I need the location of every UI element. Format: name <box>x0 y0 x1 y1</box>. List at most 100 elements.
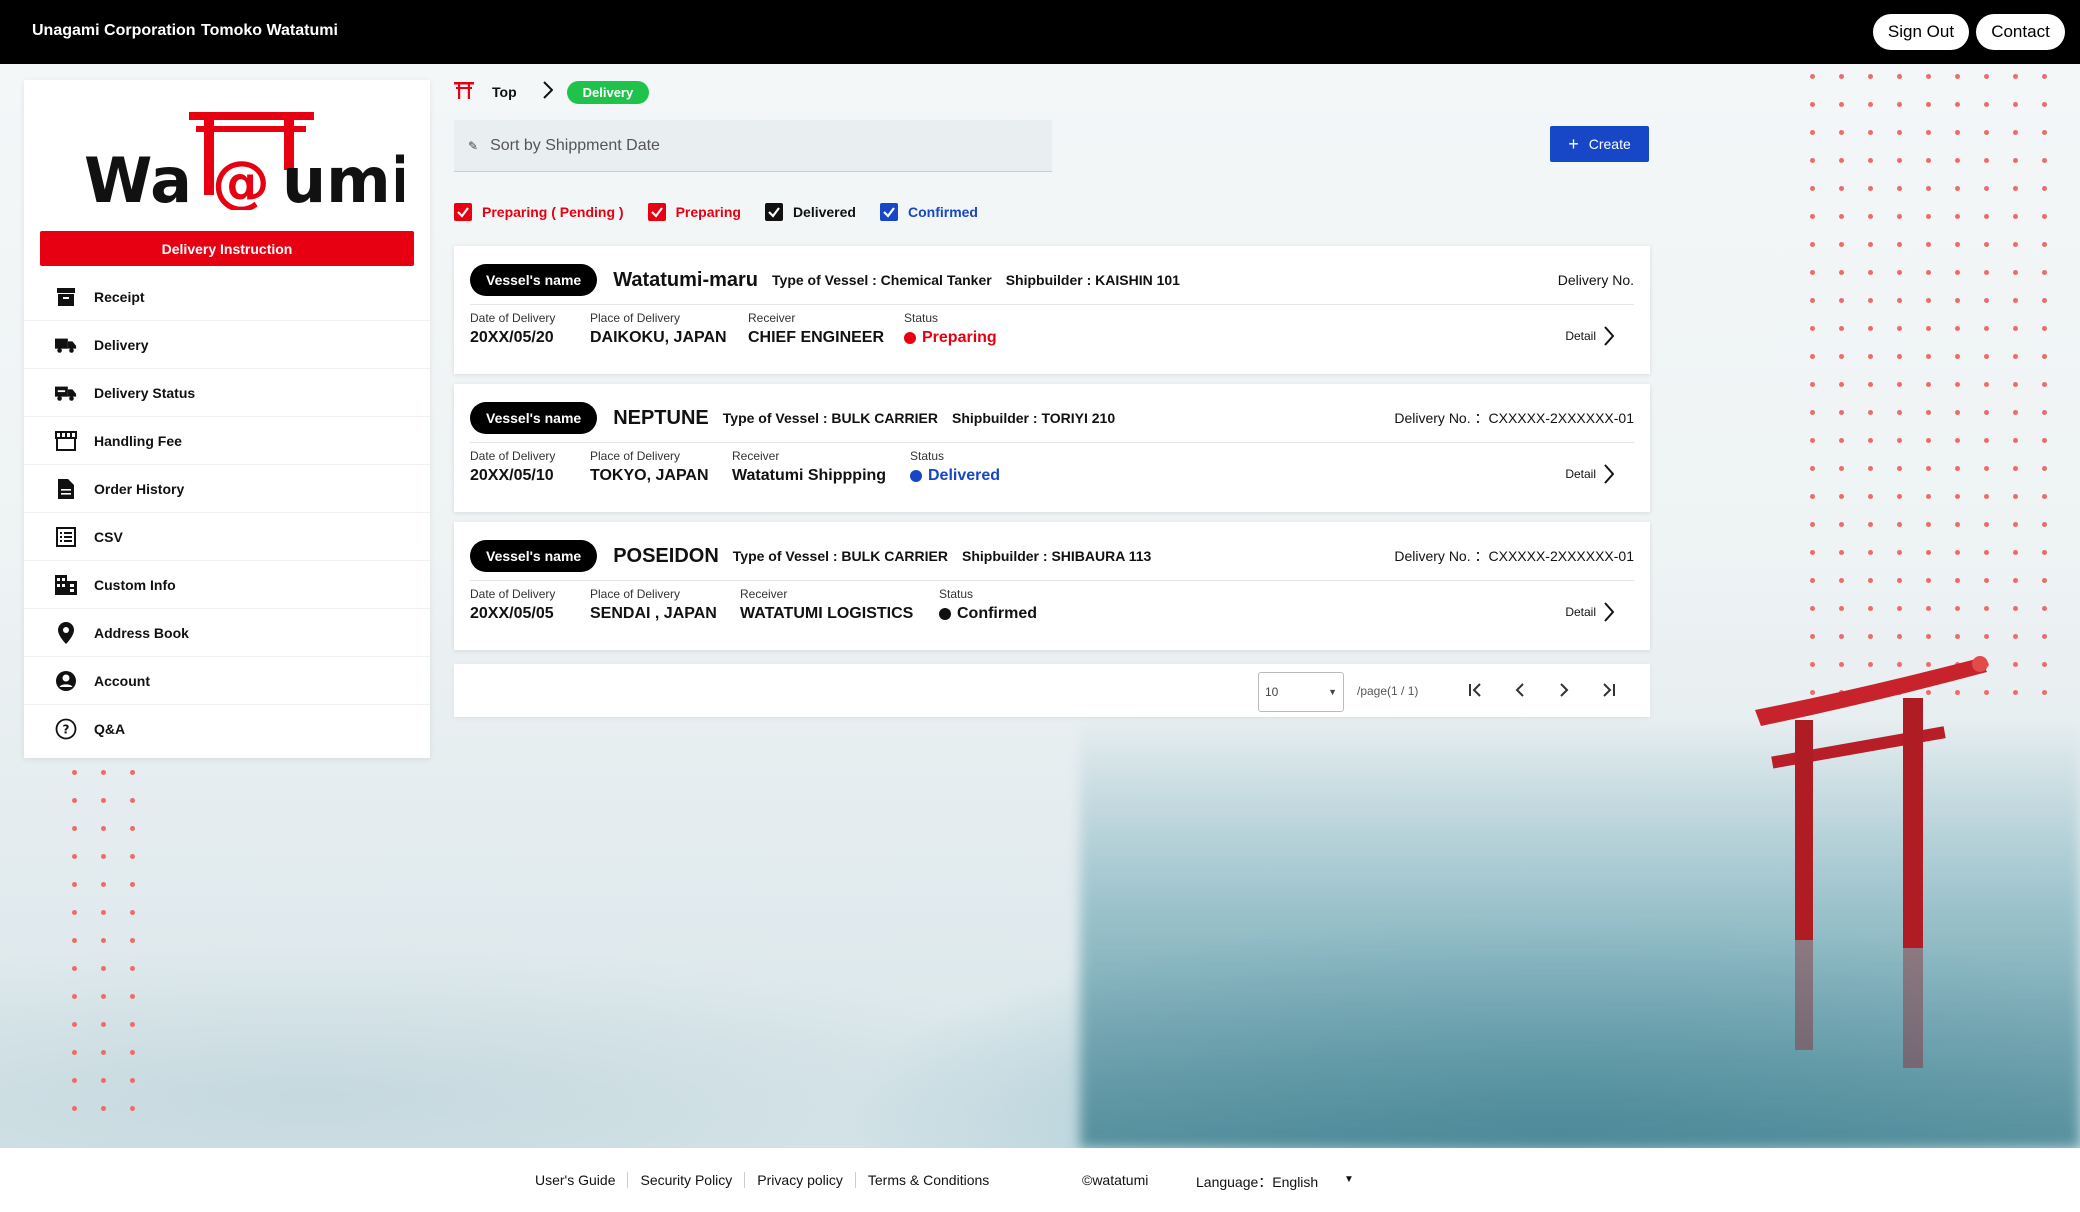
detail-link[interactable]: Detail <box>1565 602 1614 622</box>
caret-down-icon[interactable]: ▼ <box>1344 1174 1354 1185</box>
decorative-dot <box>2013 382 2018 387</box>
decorative-dot <box>2042 634 2047 639</box>
per-page-select[interactable]: 10 ▼ <box>1258 672 1344 712</box>
torii-icon[interactable] <box>454 81 474 104</box>
decorative-dot <box>1810 494 1815 499</box>
last-page-button[interactable] <box>1598 680 1618 700</box>
sidebar-item-account[interactable]: Account <box>24 657 430 705</box>
decorative-dot <box>1810 326 1815 331</box>
svg-text:Wa: Wa <box>84 144 192 210</box>
field-key: Place of Delivery <box>590 449 681 463</box>
decorative-dot <box>2042 382 2047 387</box>
decorative-dot <box>2013 522 2018 527</box>
decorative-dot <box>101 854 106 859</box>
delivery-instruction-button[interactable]: Delivery Instruction <box>40 231 414 266</box>
decorative-dot <box>130 770 135 775</box>
checkbox-checked-icon[interactable] <box>454 203 472 221</box>
date-of-delivery: Date of Delivery 20XX/05/05 <box>470 587 555 623</box>
status-badge: Preparing <box>922 329 997 346</box>
sidebar-item-receipt[interactable]: Receipt <box>24 273 430 321</box>
user-circle-icon <box>55 670 77 692</box>
sidebar-item-csv[interactable]: CSV <box>24 513 430 561</box>
decorative-dot <box>130 1078 135 1083</box>
filter-delivered[interactable]: Delivered <box>764 203 856 221</box>
decorative-dot <box>1868 466 1873 471</box>
create-button[interactable]: + Create <box>1550 126 1649 162</box>
filter-preparing-pending[interactable]: Preparing ( Pending ) <box>454 203 624 221</box>
first-page-button[interactable] <box>1466 680 1486 700</box>
field-key: Date of Delivery <box>470 587 556 601</box>
sidebar-item-label: Handling Fee <box>94 432 182 449</box>
decorative-dot <box>1897 410 1902 415</box>
sidebar-item-order-history[interactable]: Order History <box>24 465 430 513</box>
decorative-dot <box>1955 354 1960 359</box>
contact-button[interactable]: Contact <box>1976 14 2065 50</box>
status-filters: Preparing ( Pending ) Preparing Delivere… <box>454 201 1002 223</box>
sidebar-item-delivery[interactable]: Delivery <box>24 321 430 369</box>
decorative-dot <box>2013 578 2018 583</box>
decorative-dot <box>2042 298 2047 303</box>
footer-link-users-guide[interactable]: User's Guide <box>535 1172 629 1188</box>
chevron-right-icon <box>1604 326 1614 346</box>
decorative-dot <box>1810 354 1815 359</box>
decorative-dot <box>1926 606 1931 611</box>
decorative-dot <box>1839 606 1844 611</box>
vessel-type: Type of Vessel : Chemical Tanker <box>772 272 992 288</box>
checkbox-checked-icon[interactable] <box>647 203 666 221</box>
checkbox-checked-icon[interactable] <box>879 203 898 221</box>
decorative-dot <box>1839 438 1844 443</box>
decorative-dot <box>2013 186 2018 191</box>
chevron-right-icon <box>542 80 554 104</box>
decorative-dot <box>1984 242 1989 247</box>
sort-field[interactable]: ✎ Sort by Shippment Date <box>454 120 1052 172</box>
detail-link[interactable]: Detail <box>1565 326 1614 346</box>
next-page-button[interactable] <box>1554 680 1574 700</box>
decorative-dot <box>72 1022 77 1027</box>
sidebar-item-address-book[interactable]: Address Book <box>24 609 430 657</box>
status: Status Confirmed <box>939 587 1037 623</box>
decorative-dot <box>72 994 77 999</box>
filter-confirmed[interactable]: Confirmed <box>879 203 978 221</box>
decorative-dot <box>1955 242 1960 247</box>
footer-link-security-policy[interactable]: Security Policy <box>628 1172 746 1188</box>
receiver: Receiver CHIEF ENGINEER <box>748 311 884 347</box>
decorative-dot <box>2042 522 2047 527</box>
sidebar-item-qa[interactable]: ? Q&A <box>24 705 430 753</box>
footer-link-terms[interactable]: Terms & Conditions <box>856 1172 1001 1188</box>
field-value: 20XX/05/20 <box>470 329 554 346</box>
decorative-dot <box>101 826 106 831</box>
decorative-dot <box>101 1078 106 1083</box>
decorative-dot <box>1897 242 1902 247</box>
first-page-icon <box>1469 683 1481 697</box>
create-label: Create <box>1588 136 1631 152</box>
decorative-dot <box>72 798 77 803</box>
decorative-dot <box>1926 438 1931 443</box>
decorative-dot <box>2042 214 2047 219</box>
checkbox-checked-icon[interactable] <box>764 203 783 221</box>
sidebar-item-custom-info[interactable]: Custom Info <box>24 561 430 609</box>
sidebar-item-handling-fee[interactable]: Handling Fee <box>24 417 430 465</box>
sign-out-button[interactable]: Sign Out <box>1873 14 1969 50</box>
decorative-dot <box>1897 298 1902 303</box>
decorative-dot <box>1897 382 1902 387</box>
decorative-dot <box>101 1106 106 1111</box>
sidebar-item-delivery-status[interactable]: Delivery Status <box>24 369 430 417</box>
status-dot-icon <box>904 332 916 344</box>
prev-page-button[interactable] <box>1510 680 1530 700</box>
decorative-dot <box>1810 158 1815 163</box>
detail-link[interactable]: Detail <box>1565 464 1614 484</box>
decorative-dot <box>72 770 77 775</box>
field-value: WATATUMI LOGISTICS <box>740 605 914 622</box>
filter-preparing[interactable]: Preparing <box>647 203 741 221</box>
decorative-dot <box>1984 522 1989 527</box>
sidebar-item-label: Delivery Status <box>94 384 196 401</box>
language-select[interactable]: Language：English <box>1196 1172 1318 1192</box>
chevron-right-icon <box>1560 683 1569 697</box>
footer-link-privacy-policy[interactable]: Privacy policy <box>745 1172 856 1188</box>
decorative-dot <box>130 966 135 971</box>
decorative-dot <box>1955 578 1960 583</box>
breadcrumb-top-link[interactable]: Top <box>492 84 517 100</box>
decorative-dot <box>1984 494 1989 499</box>
decorative-dot <box>1810 606 1815 611</box>
sidebar-item-label: Delivery <box>94 336 149 353</box>
